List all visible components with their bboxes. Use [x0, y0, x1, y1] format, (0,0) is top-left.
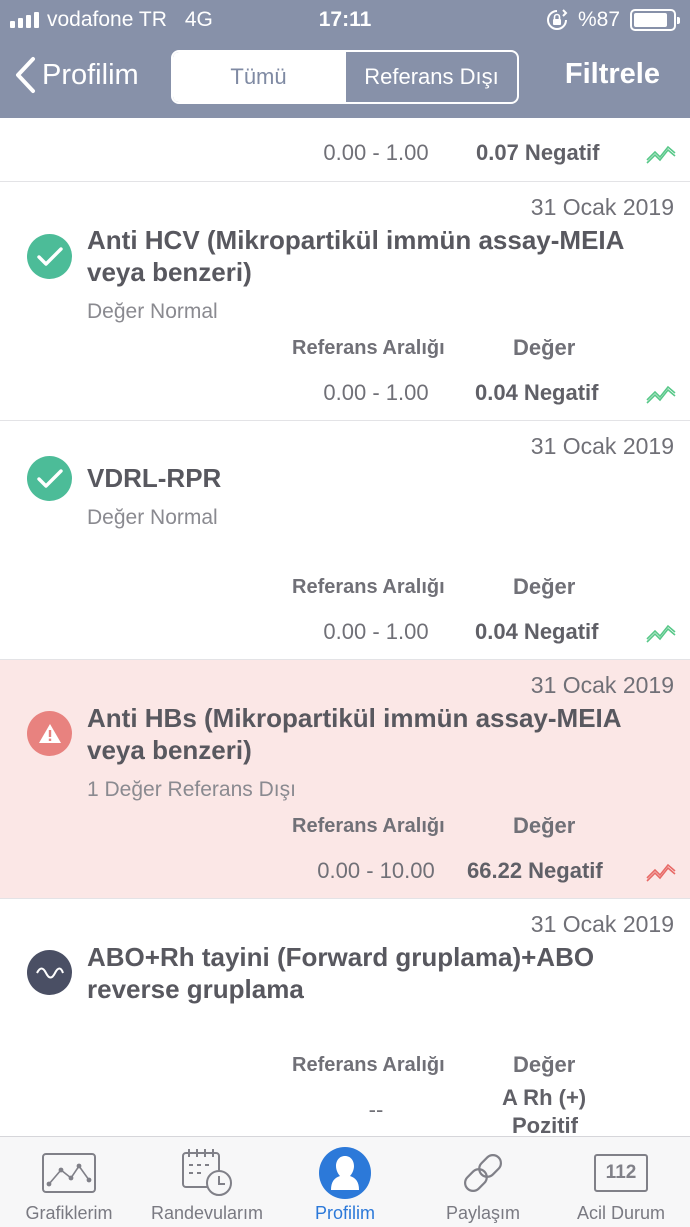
result-title: VDRL-RPR [87, 463, 222, 493]
result-card-partial[interactable]: 0.00 - 1.00 0.07 Negatif [0, 118, 690, 182]
reference-range-label: Referans Aralığı [292, 815, 445, 837]
status-bar: vodafone TR 4G 17:11 %87 [0, 0, 690, 40]
tab-label: Grafiklerim [25, 1203, 113, 1223]
tab-charts[interactable]: Grafiklerim [0, 1137, 138, 1227]
emergency-112-icon: 112 [594, 1154, 648, 1192]
tab-bar: Grafiklerim Randevularım Profilim Paylaş… [0, 1136, 690, 1227]
chevron-left-icon [16, 57, 35, 93]
reference-range: 0.00 - 10.00 [317, 858, 435, 883]
result-value: 0.04 Negatif [475, 619, 599, 644]
calendar-clock-icon [182, 1149, 232, 1196]
link-icon [464, 1154, 502, 1192]
result-title: Anti HCV (Mikropartikül immün assay-MEIA… [87, 225, 624, 287]
result-title: Anti HBs (Mikropartikül immün assay-MEIA… [87, 703, 621, 765]
reference-range: 0.00 - 1.00 [323, 140, 429, 165]
emergency-number: 112 [605, 1162, 637, 1183]
value-label: Değer [513, 335, 576, 360]
segmented-control: Tümü Referans Dışı [171, 50, 519, 104]
result-date: 31 Ocak 2019 [530, 433, 674, 459]
result-card[interactable]: 31 Ocak 2019 Anti HCV (Mikropartikül imm… [0, 182, 690, 421]
check-icon [27, 234, 72, 279]
tab-label: Paylaşım [445, 1203, 521, 1223]
segment-all[interactable]: Tümü [173, 52, 344, 102]
result-date: 31 Ocak 2019 [530, 194, 674, 220]
result-date: 31 Ocak 2019 [530, 911, 674, 937]
reference-range: 0.00 - 1.00 [323, 380, 429, 405]
trend-up-red-icon[interactable] [646, 860, 676, 882]
result-value: 0.04 Negatif [475, 380, 599, 405]
result-card-alert[interactable]: 31 Ocak 2019 Anti HBs (Mikropartikül imm… [0, 660, 690, 899]
profile-icon [319, 1147, 371, 1199]
battery-icon [630, 9, 680, 31]
value-label: Değer [513, 574, 576, 599]
value-label: Değer [513, 813, 576, 838]
trend-up-green-icon[interactable] [646, 382, 676, 404]
reference-range-label: Referans Aralığı [292, 1054, 445, 1076]
result-value: 66.22 Negatif [467, 858, 603, 883]
battery-percent: %87 [577, 8, 620, 31]
filter-button[interactable]: Filtrele [565, 58, 660, 91]
tab-label: Acil Durum [576, 1203, 665, 1223]
result-value-line1: A Rh (+) [502, 1085, 587, 1110]
result-date: 31 Ocak 2019 [530, 672, 674, 698]
reference-range: 0.00 - 1.00 [323, 619, 429, 644]
wave-icon [27, 950, 72, 995]
navigation-bar: Profilim Tümü Referans Dışı Filtrele [0, 44, 690, 108]
trend-up-green-icon[interactable] [646, 142, 676, 164]
result-card[interactable]: 31 Ocak 2019 ABO+Rh tayini (Forward grup… [0, 899, 690, 1136]
result-value-line2: Pozitif [512, 1113, 578, 1136]
check-icon [27, 456, 72, 501]
segment-out-of-reference[interactable]: Referans Dışı [344, 52, 517, 102]
result-subtitle: 1 Değer Referans Dışı [87, 778, 296, 801]
tab-emergency[interactable]: 112 Acil Durum [552, 1137, 690, 1227]
result-value: 0.07 Negatif [476, 140, 600, 165]
tab-profile[interactable]: Profilim [276, 1137, 414, 1227]
result-card[interactable]: 31 Ocak 2019 VDRL-RPR Değer Normal Refer… [0, 421, 690, 660]
tab-appointments[interactable]: Randevularım [138, 1137, 276, 1227]
results-list[interactable]: 0.00 - 1.00 0.07 Negatif 31 Ocak 2019 An… [0, 118, 690, 1136]
tab-label: Profilim [314, 1203, 375, 1223]
back-button[interactable]: Profilim [14, 56, 139, 94]
rotation-lock-icon [547, 9, 568, 30]
value-label: Değer [513, 1052, 576, 1077]
result-subtitle: Değer Normal [87, 506, 218, 529]
header: vodafone TR 4G 17:11 %87 Profilim Tümü R… [0, 0, 690, 118]
result-subtitle: Değer Normal [87, 300, 218, 323]
chart-icon [42, 1153, 96, 1193]
warning-icon [27, 711, 72, 756]
result-title: ABO+Rh tayini (Forward gruplama)+ABO rev… [87, 942, 595, 1004]
reference-range: -- [368, 1097, 384, 1122]
tab-label: Randevularım [150, 1203, 264, 1223]
back-label: Profilim [42, 58, 139, 91]
reference-range-label: Referans Aralığı [292, 337, 445, 359]
tab-share[interactable]: Paylaşım [414, 1137, 552, 1227]
trend-up-green-icon[interactable] [646, 621, 676, 643]
reference-range-label: Referans Aralığı [292, 576, 445, 598]
